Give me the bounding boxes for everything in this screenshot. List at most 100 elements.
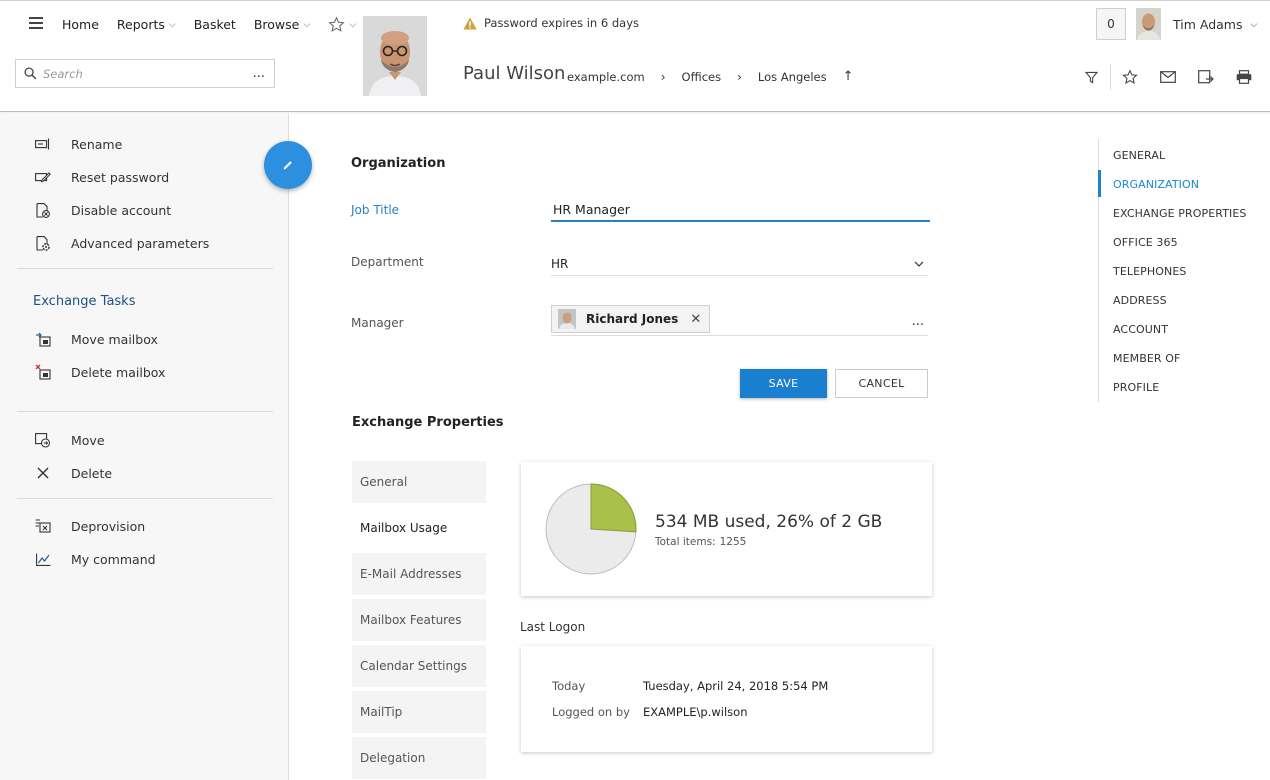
pencil-icon [283,161,292,170]
exchange-tasks-heading: Exchange Tasks [33,294,136,309]
delete-mailbox-icon [33,364,53,380]
subtab-mailbox-features[interactable]: Mailbox Features [352,599,486,641]
nav-browse-label: Browse [253,17,300,32]
filter-button[interactable] [1072,67,1110,87]
search-input[interactable] [43,66,243,81]
advanced-parameters-action[interactable]: Advanced parameters [33,235,209,251]
section-nav-general[interactable]: GENERAL [1113,149,1165,162]
section-nav-organization[interactable]: ORGANIZATION [1113,178,1199,191]
subtab-email-addresses[interactable]: E-Mail Addresses [352,553,486,595]
save-button[interactable]: SAVE [740,369,827,398]
nav-reports[interactable]: Reports ⌵ [117,17,176,32]
delete-mailbox-action[interactable]: Delete mailbox [33,364,165,380]
department-value: HR [551,256,569,271]
nav-reports-label: Reports [116,17,165,32]
job-title-input[interactable] [551,199,930,222]
top-border [0,0,1270,1]
subtab-delegation[interactable]: Delegation [352,737,486,779]
breadcrumb-offices[interactable]: Offices [682,70,722,84]
nav-browse[interactable]: Browse ⌵ [254,17,310,32]
rename-action[interactable]: Rename [33,136,122,152]
search-box[interactable]: ... [15,59,275,88]
delete-mailbox-label: Delete mailbox [71,364,166,380]
breadcrumb-domain[interactable]: example.com [567,70,645,84]
chevron-down-icon: ⌵ [349,19,357,30]
delete-action[interactable]: Delete [33,465,112,481]
user-menu[interactable]: Tim Adams ⌵ [1173,17,1257,32]
manager-browse-button[interactable]: ... [912,314,924,329]
my-command-label: My command [71,551,156,567]
export-icon [1198,70,1214,84]
nav-home-label: Home [62,17,99,32]
favorites-menu[interactable]: ⌵ [328,16,356,33]
user-photo [363,16,427,96]
breadcrumb-los-angeles[interactable]: Los Angeles [758,70,827,84]
logged-on-by-label: Logged on by [552,705,630,719]
basket-count-badge[interactable]: 0 [1096,8,1126,40]
chevron-right-icon: › [737,69,742,84]
department-select[interactable]: HR [551,252,928,276]
subtab-mailtip[interactable]: MailTip [352,691,486,733]
move-action[interactable]: Move [33,432,105,448]
avatar[interactable] [1136,8,1161,40]
favorite-button[interactable] [1111,67,1149,87]
manager-chip[interactable]: Richard Jones ✕ [551,305,711,333]
disable-account-icon [33,202,53,218]
exchange-properties-title: Exchange Properties [352,415,504,430]
print-button[interactable] [1225,67,1263,87]
section-nav-telephones[interactable]: TELEPHONES [1113,265,1186,278]
breadcrumb: example.com › Offices › Los Angeles ↑ [567,69,854,84]
mailbox-usage-card: 534 MB used, 26% of 2 GB Total items: 125… [521,462,932,596]
subtab-general[interactable]: General [352,461,486,503]
disable-account-action[interactable]: Disable account [33,202,171,218]
advanced-parameters-label: Advanced parameters [71,235,210,251]
close-icon [33,465,53,481]
mailbox-usage-pie [545,483,637,575]
star-icon [328,16,345,32]
manager-label: Manager [351,316,404,330]
remove-manager-close-icon[interactable]: ✕ [690,312,701,327]
exchange-subtabs: General Mailbox Usage E-Mail Addresses M… [352,461,486,780]
password-warning: Password expires in 6 days [463,16,639,30]
move-label: Move [71,432,105,448]
section-nav-exchange-properties[interactable]: EXCHANGE PROPERTIES [1113,207,1247,220]
chart-line-icon [33,551,53,567]
search-options-button[interactable]: ... [253,66,265,81]
last-logon-card: Today Tuesday, April 24, 2018 5:54 PM Lo… [521,646,932,752]
section-nav-address[interactable]: ADDRESS [1113,294,1167,307]
section-nav-profile[interactable]: PROFILE [1113,381,1159,394]
reset-password-label: Reset password [71,169,170,185]
subtab-calendar-settings[interactable]: Calendar Settings [352,645,486,687]
move-mailbox-action[interactable]: Move mailbox [33,331,158,347]
subtab-mailbox-usage[interactable]: Mailbox Usage [352,507,486,549]
my-command-action[interactable]: My command [33,551,156,567]
section-nav-account[interactable]: ACCOUNT [1113,323,1168,336]
chevron-down-icon [914,261,924,267]
last-logon-title: Last Logon [520,620,586,634]
user-name: Tim Adams [1173,17,1243,32]
hamburger-menu-icon[interactable] [29,17,43,29]
disable-account-label: Disable account [71,202,172,218]
cancel-button[interactable]: CANCEL [835,369,928,398]
manager-field[interactable]: Richard Jones ✕ ... [551,304,928,336]
deprovision-action[interactable]: Deprovision [33,518,145,534]
nav-basket[interactable]: Basket [194,17,236,32]
arrow-up-icon[interactable]: ↑ [843,69,854,84]
divider [17,268,273,269]
section-nav-office-365[interactable]: OFFICE 365 [1113,236,1178,249]
total-items-value: 1255 [719,536,747,548]
nav-home[interactable]: Home [62,17,99,32]
edit-button[interactable] [264,141,312,189]
divider [17,498,273,499]
divider [17,411,273,412]
section-nav-member-of[interactable]: MEMBER OF [1113,352,1180,365]
email-button[interactable] [1149,67,1187,87]
search-icon [24,67,37,80]
job-title-label: Job Title [351,203,400,217]
deprovision-icon [33,518,53,534]
export-button[interactable] [1187,67,1225,87]
filter-icon [1084,71,1098,84]
main-nav: Home Reports ⌵ Basket Browse ⌵ ⌵ [62,16,374,33]
move-icon [33,432,53,448]
reset-password-action[interactable]: Reset password [33,169,169,185]
